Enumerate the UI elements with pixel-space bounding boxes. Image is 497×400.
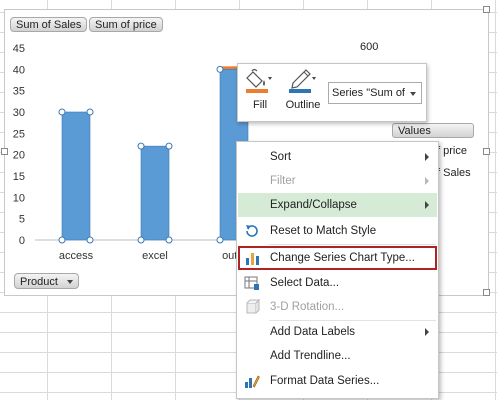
change-chart-type-icon [246,253,259,265]
menu-item-filter[interactable]: Filter [238,169,437,193]
menu-label-select-data: Select Data... [270,277,340,289]
selection-point [137,236,145,244]
series-selector-dropdown[interactable]: Series "Sum of [328,82,422,104]
pen-outline-icon [289,69,316,93]
bar-access [61,111,91,241]
submenu-arrow-icon [425,201,429,209]
x-tick-label: access [59,250,94,262]
bar-excel [140,145,170,241]
chart-resize-handle-bottom-right[interactable] [483,289,490,296]
y-tick-label: 25 [13,128,25,140]
y-tick-label: 5 [19,214,25,226]
menu-label-3d-rotation: 3-D Rotation... [270,301,345,313]
selection-point [86,108,94,116]
y-tick-label: 15 [13,171,25,183]
format-series-icon [245,375,260,388]
paint-bucket-icon [246,68,272,93]
legend-item-sum-of-price: f price [437,145,467,157]
selection-point [58,236,66,244]
3d-rotation-icon [246,299,260,314]
sum-of-price-label: Sum of price [95,19,157,31]
x-tick-label: excel [142,250,168,262]
y-tick-label: 40 [13,64,25,76]
menu-item-add-data-labels[interactable]: Add Data Labels [238,320,437,344]
sum-of-price-field-button[interactable]: Sum of price [89,17,163,32]
menu-item-reset-to-match-style[interactable]: Reset to Match Style [238,219,437,243]
selection-point [216,65,224,73]
menu-label-filter: Filter [270,175,296,187]
y-tick-label: 35 [13,86,25,98]
chevron-down-icon [410,92,416,96]
submenu-arrow-icon [425,153,429,161]
fill-label: Fill [252,99,268,111]
menu-label-add-data-labels: Add Data Labels [270,326,356,338]
chart-resize-handle-left[interactable] [1,148,8,155]
legend-item-sum-of-sales: f Sales [437,167,471,179]
values-field-button[interactable]: Values [392,123,474,138]
select-data-icon [244,276,259,290]
y-tick-label: 30 [13,107,25,119]
menu-label-change-series-chart-type: Change Series Chart Type... [270,252,415,264]
outline-button[interactable]: Outline [283,68,323,111]
selection-point [58,108,66,116]
series-selector-value: Series "Sum of [332,87,405,99]
menu-item-add-trendline[interactable]: Add Trendline... [238,344,437,368]
menu-label-expand-collapse: Expand/Collapse [270,199,357,211]
product-field-label: Product [20,276,58,288]
selection-point [165,236,173,244]
chart-resize-handle-right[interactable] [483,148,490,155]
selection-point [137,142,145,150]
fill-button[interactable]: Fill [244,68,276,111]
y-tick-label: 45 [13,43,25,55]
menu-item-format-data-series[interactable]: Format Data Series... [238,369,437,393]
menu-item-expand-collapse[interactable]: Expand/Collapse [238,193,437,217]
menu-label-format-data-series: Format Data Series... [270,375,380,387]
menu-item-sort[interactable]: Sort [238,145,437,169]
menu-label-sort: Sort [270,151,292,163]
values-field-label: Values [398,125,431,137]
menu-label-add-trendline: Add Trendline... [270,350,351,362]
outline-label: Outline [285,99,321,111]
selection-point [165,142,173,150]
menu-item-select-data[interactable]: Select Data... [238,271,437,295]
submenu-arrow-icon [425,328,429,336]
format-mini-toolbar: Fill Outline Series "Sum of [237,63,427,122]
y-tick-label: 20 [13,150,25,162]
secondary-axis-tick: 600 [360,41,379,53]
chart-resize-handle-top-right[interactable] [483,6,490,13]
submenu-arrow-icon [425,177,429,185]
series-context-menu: Sort Filter Expand/Collapse Reset to Mat… [236,141,439,399]
selection-point [216,236,224,244]
selection-point [86,236,94,244]
y-tick-label: 10 [13,192,25,204]
menu-item-change-series-chart-type[interactable]: Change Series Chart Type... [238,246,437,270]
menu-separator [269,244,436,245]
chevron-down-icon [66,280,73,285]
sum-of-sales-label: Sum of Sales [16,19,82,31]
reset-style-icon [246,225,258,237]
menu-item-3d-rotation[interactable]: 3-D Rotation... [238,295,437,319]
product-axis-field-button[interactable]: Product [14,273,79,289]
menu-label-reset-to-match-style: Reset to Match Style [270,225,377,237]
y-tick-label: 0 [19,235,25,247]
sum-of-sales-field-button[interactable]: Sum of Sales [10,17,88,32]
